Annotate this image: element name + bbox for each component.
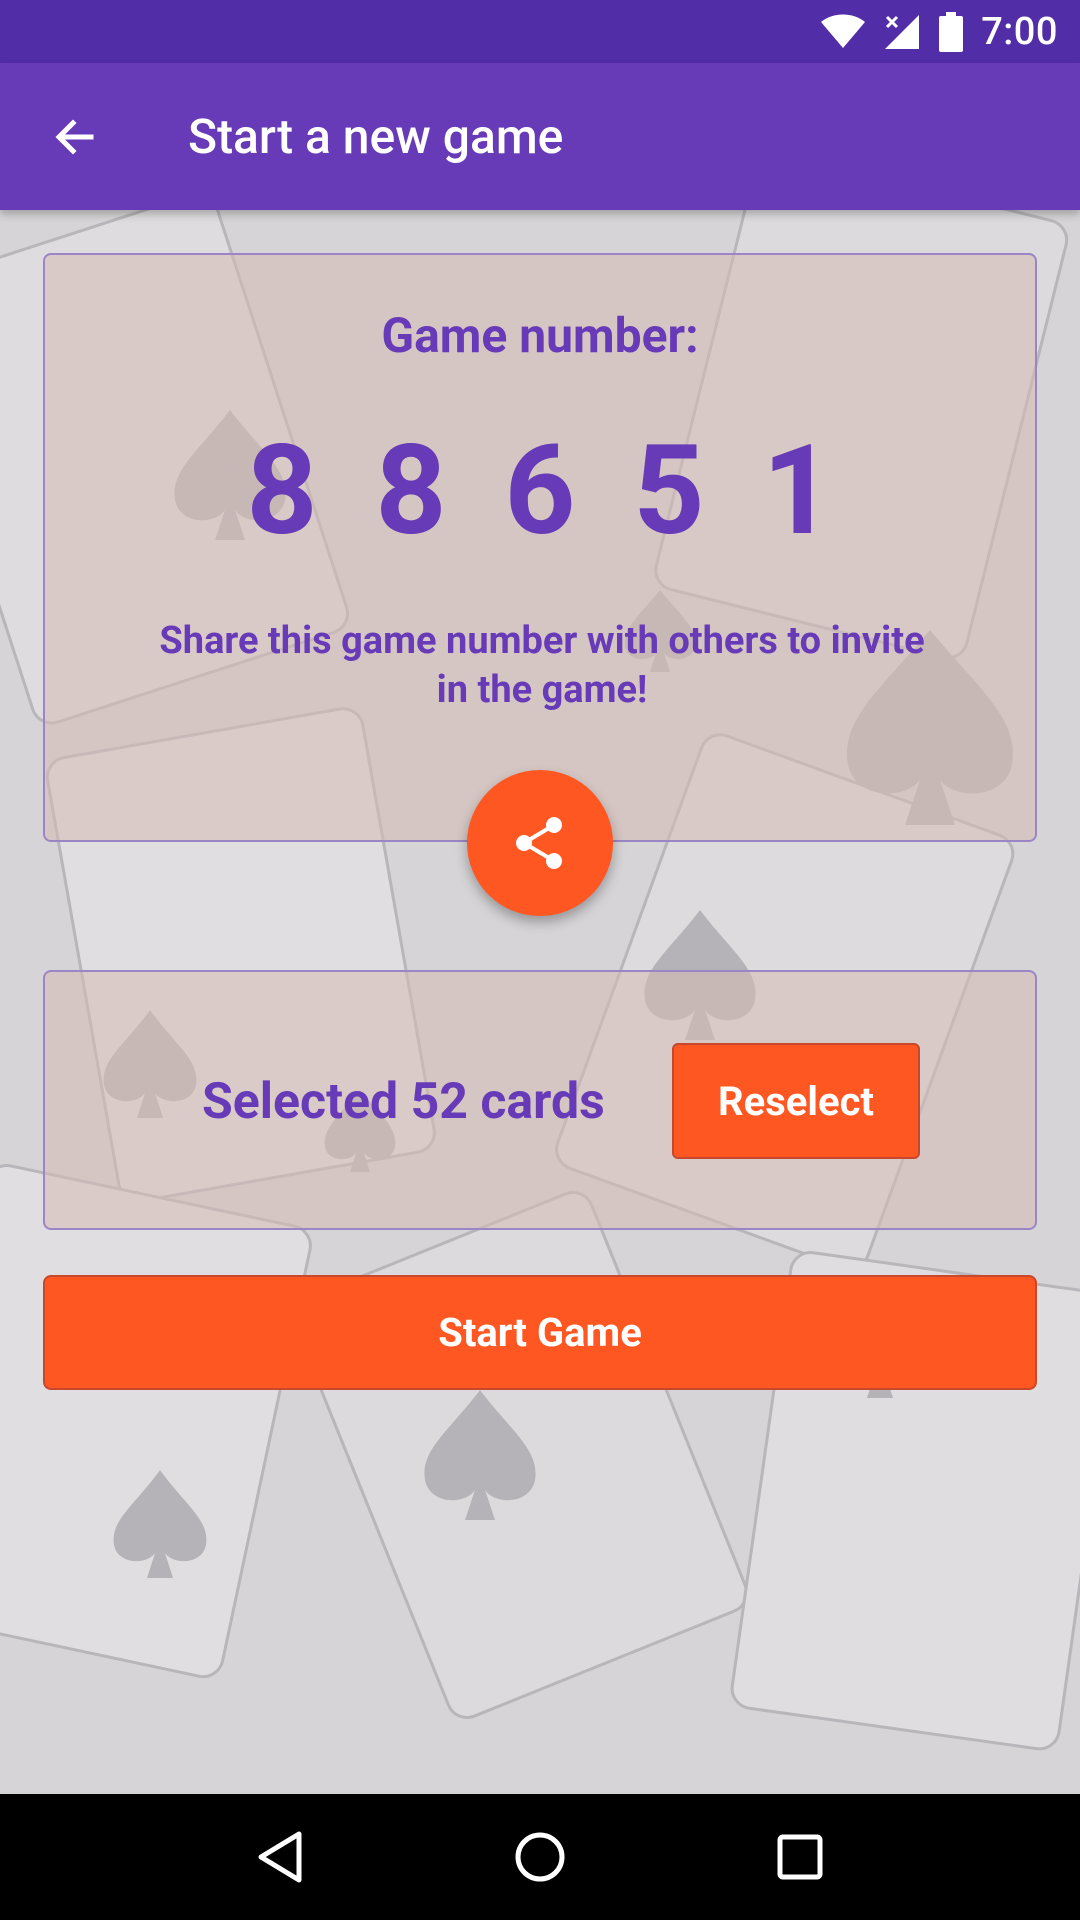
- share-button[interactable]: [467, 770, 613, 916]
- nav-back-button[interactable]: [230, 1807, 330, 1907]
- cellular-signal-icon: [883, 13, 921, 51]
- status-bar: 7:00: [0, 0, 1080, 63]
- share-instructions: Share this game number with others to in…: [159, 619, 925, 712]
- game-digit: 6: [504, 419, 576, 564]
- game-digit: 8: [246, 419, 318, 564]
- nav-back-icon: [258, 1831, 302, 1883]
- arrow-back-icon: [55, 118, 94, 155]
- nav-recents-button[interactable]: [750, 1807, 850, 1907]
- game-number: 8 8 6 5 1: [45, 430, 1035, 554]
- battery-icon: [939, 11, 964, 52]
- status-time: 7:00: [981, 9, 1058, 54]
- nav-home-icon: [515, 1832, 565, 1882]
- selected-cards-count: Selected 52 cards: [202, 1073, 605, 1131]
- navigation-bar: [0, 1794, 1080, 1920]
- share-icon: [516, 817, 562, 869]
- game-digit: 1: [762, 419, 834, 564]
- screen: 7:00 Start a new game Game number: 8 8 6…: [0, 0, 1080, 1920]
- page-title: Start a new game: [188, 108, 564, 165]
- start-game-button[interactable]: Start Game: [43, 1275, 1037, 1390]
- wifi-icon: [821, 14, 866, 50]
- app-bar: Start a new game: [0, 63, 1080, 210]
- game-digit: 5: [633, 419, 705, 564]
- nav-home-button[interactable]: [490, 1807, 590, 1907]
- game-digit: 8: [375, 419, 447, 564]
- reselect-button[interactable]: Reselect: [672, 1043, 920, 1159]
- game-number-label: Game number:: [381, 307, 699, 364]
- back-button[interactable]: [0, 63, 150, 210]
- game-number-card: Game number: 8 8 6 5 1 Share this game n…: [43, 253, 1037, 842]
- nav-recents-icon: [777, 1834, 823, 1880]
- card-selection-panel: Selected 52 cards Reselect: [43, 970, 1037, 1230]
